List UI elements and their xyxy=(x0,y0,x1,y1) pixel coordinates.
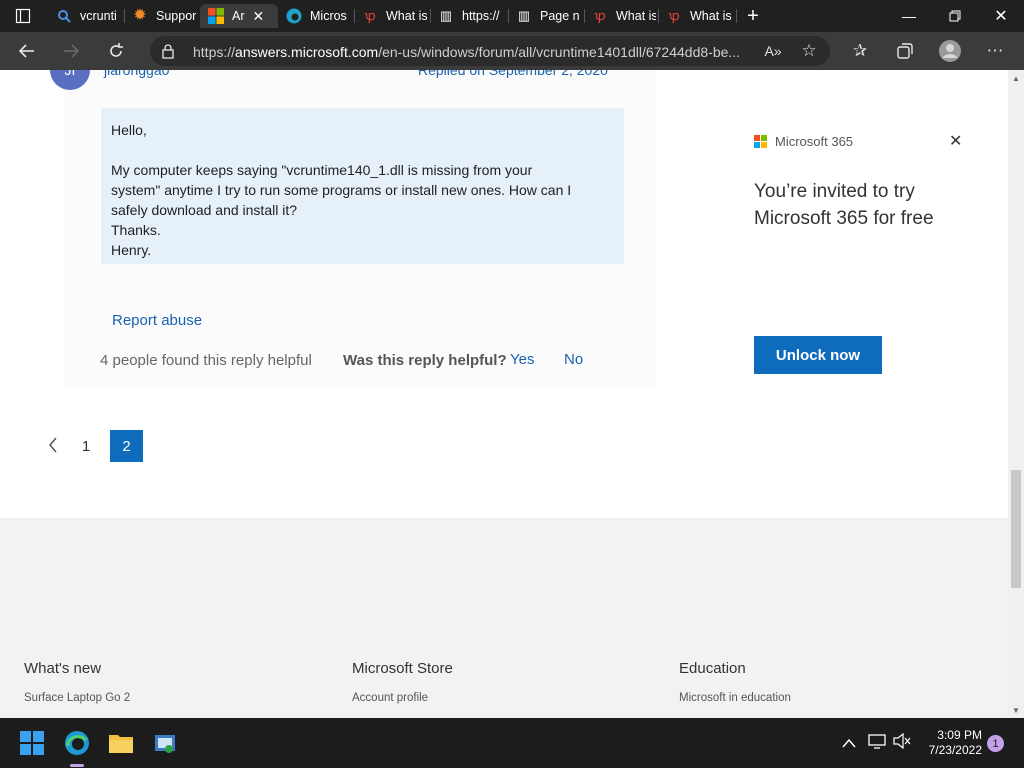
notification-badge[interactable]: 1 xyxy=(987,735,1004,752)
unlock-now-button[interactable]: Unlock now xyxy=(754,336,882,374)
tab-support[interactable]: ✹ Suppor xyxy=(124,4,200,28)
close-window-button[interactable]: ✕ xyxy=(978,0,1024,32)
edge-taskbar-icon[interactable] xyxy=(60,726,94,760)
tab-answers-active[interactable]: Ar ✕ xyxy=(200,4,278,28)
more-menu-icon[interactable]: ⋯ xyxy=(980,36,1010,66)
show-hidden-icons-icon[interactable] xyxy=(842,735,856,751)
back-arrow-icon[interactable] xyxy=(12,36,42,66)
profile-avatar-icon[interactable] xyxy=(935,36,965,66)
helpful-count: 4 people found this reply helpful xyxy=(100,352,312,369)
page-icon: ꝕ xyxy=(364,8,376,23)
tab-title: Micros xyxy=(310,9,347,23)
reply-card: JI jiarongga0 Replied on September 2, 20… xyxy=(50,70,657,388)
tab-search[interactable]: vcrunti xyxy=(48,4,122,28)
tab-title: https:// xyxy=(462,9,500,23)
scroll-down-icon[interactable]: ▼ xyxy=(1012,706,1020,715)
message-line: Hello, xyxy=(111,122,147,138)
report-abuse-link[interactable]: Report abuse xyxy=(112,312,202,329)
tab-what-is-3[interactable]: ꝕ What is xyxy=(658,4,734,28)
ad-brand: Microsoft 365 xyxy=(775,134,854,149)
browser-toolbar: https://answers.microsoft.com/en-us/wind… xyxy=(0,32,1024,70)
gear-icon: ✹ xyxy=(133,7,147,24)
footer-heading: What's new xyxy=(24,660,102,677)
lock-icon[interactable] xyxy=(160,43,176,59)
collections-icon[interactable] xyxy=(890,36,920,66)
message-line: My computer keeps saying "vcruntime140_1… xyxy=(111,162,533,178)
microsoft-logo-icon xyxy=(754,135,768,149)
username-link[interactable]: jiarongga0 xyxy=(104,70,169,78)
url-text[interactable]: https://answers.microsoft.com/en-us/wind… xyxy=(193,44,753,60)
message-line: system" anytime I try to run some progra… xyxy=(111,182,572,198)
site-footer: What's new Surface Laptop Go 2 Microsoft… xyxy=(0,518,1008,718)
new-tab-button[interactable]: + xyxy=(738,1,768,31)
forward-arrow-icon[interactable] xyxy=(56,36,86,66)
system-clock[interactable]: 3:09 PM 7/23/2022 xyxy=(916,728,982,758)
address-bar[interactable]: https://answers.microsoft.com/en-us/wind… xyxy=(150,36,830,66)
scroll-up-icon[interactable]: ▲ xyxy=(1012,74,1020,83)
tab-what-is-1[interactable]: ꝕ What is xyxy=(354,4,428,28)
page-scrollbar[interactable]: ▲ ▼ xyxy=(1008,70,1024,718)
clock-date: 7/23/2022 xyxy=(928,743,982,757)
tab-microsoft[interactable]: Micros xyxy=(278,4,352,28)
book-icon: ▥ xyxy=(517,8,531,23)
page-icon: ꝕ xyxy=(594,8,606,23)
volume-muted-icon[interactable] xyxy=(893,732,911,752)
close-ad-icon[interactable]: ✕ xyxy=(949,131,962,151)
ad-headline: You’re invited to try Microsoft 365 for … xyxy=(754,181,934,229)
no-button[interactable]: No xyxy=(564,351,583,368)
windows-logo-icon xyxy=(208,8,224,24)
scrollbar-thumb[interactable] xyxy=(1011,470,1021,588)
tab-https[interactable]: ▥ https:// xyxy=(430,4,506,28)
footer-link[interactable]: Microsoft in education xyxy=(679,692,791,704)
book-icon: ▥ xyxy=(439,8,453,23)
tab-title: What is xyxy=(386,9,428,23)
message-line: Thanks. xyxy=(111,222,161,238)
page-viewport: JI jiarongga0 Replied on September 2, 20… xyxy=(0,70,1024,718)
browser-tab-bar: vcrunti ✹ Suppor Ar ✕ Micros ꝕ What is ▥… xyxy=(0,0,1024,32)
file-explorer-icon[interactable] xyxy=(104,726,138,760)
restore-button[interactable] xyxy=(932,0,978,32)
tab-page-not-found[interactable]: ▥ Page n xyxy=(508,4,582,28)
tab-title: Ar xyxy=(232,9,245,23)
footer-link[interactable]: Account profile xyxy=(352,692,428,704)
page-icon: ꝕ xyxy=(668,8,680,23)
footer-link[interactable]: Surface Laptop Go 2 xyxy=(24,692,130,704)
minimize-button[interactable]: — xyxy=(886,0,932,32)
tab-actions-icon[interactable] xyxy=(8,1,38,31)
search-icon xyxy=(56,8,72,24)
clock-time: 3:09 PM xyxy=(937,728,982,742)
add-favorite-icon[interactable]: ☆ xyxy=(794,36,824,66)
avatar[interactable]: JI xyxy=(50,70,90,90)
close-tab-icon[interactable]: ✕ xyxy=(253,8,265,25)
pagination-page-1[interactable]: 1 xyxy=(72,430,100,462)
tab-title: vcrunti xyxy=(80,9,117,23)
favorites-icon[interactable]: ✰ xyxy=(845,36,875,66)
windows-taskbar: 3:09 PM 7/23/2022 1 xyxy=(0,718,1024,768)
message-line: safely download and install it? xyxy=(111,202,298,218)
pagination-page-2-current[interactable]: 2 xyxy=(110,430,143,462)
tab-what-is-2[interactable]: ꝕ What is xyxy=(584,4,656,28)
message-line xyxy=(111,140,614,160)
yes-button[interactable]: Yes xyxy=(510,351,534,368)
edge-icon xyxy=(286,8,302,24)
network-icon[interactable] xyxy=(868,733,886,752)
start-button-icon[interactable] xyxy=(15,726,49,760)
ad-panel: Microsoft 365 ✕ You’re invited to try Mi… xyxy=(754,130,964,380)
refresh-icon[interactable] xyxy=(101,36,131,66)
quoted-message: Hello, My computer keeps saying "vcrunti… xyxy=(101,108,624,264)
message-line: Henry. xyxy=(111,242,152,258)
tab-title: What is xyxy=(616,9,656,23)
reply-date[interactable]: Replied on September 2, 2020 xyxy=(418,70,608,78)
tab-title: Suppor xyxy=(156,9,197,23)
helpful-question: Was this reply helpful? xyxy=(343,352,507,369)
pagination-prev-icon[interactable] xyxy=(48,436,58,459)
read-aloud-icon[interactable]: A» xyxy=(758,36,788,66)
tab-title: Page n xyxy=(540,9,580,23)
app-taskbar-icon[interactable] xyxy=(148,726,182,760)
footer-heading: Education xyxy=(679,660,746,677)
footer-heading: Microsoft Store xyxy=(352,660,453,677)
tab-title: What is xyxy=(690,9,732,23)
